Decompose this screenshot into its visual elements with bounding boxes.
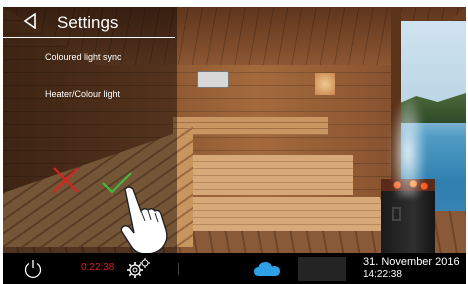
lower-bench <box>188 197 388 231</box>
current-date: 31. November 2016 <box>363 256 460 268</box>
cloud-icon[interactable] <box>253 260 281 278</box>
session-timer: 0:22:38 <box>81 262 115 273</box>
gear-icon[interactable] <box>125 257 151 279</box>
upper-bench <box>178 155 353 195</box>
screen: Settings Coloured light sync Heater/Colo… <box>3 7 466 284</box>
power-icon[interactable] <box>23 259 43 279</box>
page-title: Settings <box>57 13 119 32</box>
title-bar: Settings <box>3 7 177 37</box>
status-bar: 0:22:38 31. November 2016 14:22:38 <box>3 253 466 284</box>
wall-lamp <box>315 73 335 95</box>
cancel-x-icon[interactable] <box>51 165 81 195</box>
settings-panel: Settings Coloured light sync Heater/Colo… <box>3 7 177 255</box>
menu-item-heater-colour-light[interactable]: Heater/Colour light <box>45 88 120 100</box>
steam <box>388 87 428 197</box>
back-arrow-icon[interactable] <box>23 13 37 29</box>
thermometer-icon <box>197 71 229 88</box>
status-tile[interactable] <box>298 257 346 281</box>
stove-door <box>392 207 401 221</box>
bench-backrest <box>173 117 328 135</box>
current-time: 14:22:38 <box>363 269 402 280</box>
menu-item-coloured-light-sync[interactable]: Coloured light sync <box>45 51 122 63</box>
title-divider <box>3 37 175 38</box>
pointing-hand-icon <box>120 186 168 255</box>
status-divider <box>178 263 179 275</box>
